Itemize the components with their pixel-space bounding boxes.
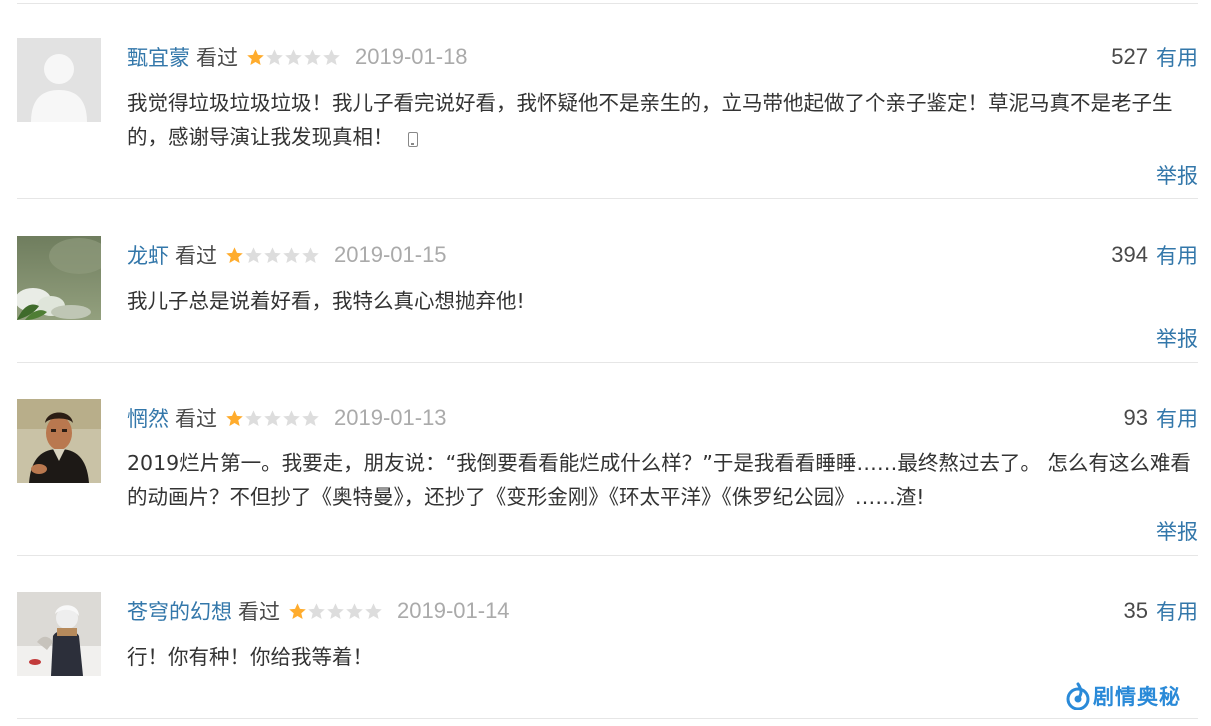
rating-stars xyxy=(225,409,320,428)
comment-text-block: 行！你有种！你给我等着！ xyxy=(127,640,1199,674)
report-link[interactable]: 举报 xyxy=(1156,516,1198,546)
username-link[interactable]: 惘然 xyxy=(127,403,169,433)
vote-count: 394 xyxy=(1111,242,1148,267)
portrait-painting-avatar xyxy=(17,399,101,483)
username-link[interactable]: 龙虾 xyxy=(127,240,169,270)
avatar[interactable] xyxy=(17,236,101,320)
watch-status: 看过 xyxy=(175,244,217,268)
comment-text: 行！你有种！你给我等着！ xyxy=(127,645,373,669)
comment-text-block: 2019烂片第一。我要走，朋友说：“我倒要看看能烂成什么样？”于是我看看睡睡……… xyxy=(127,446,1199,514)
comment-date: 2019-01-13 xyxy=(334,405,447,430)
star-empty-icon xyxy=(346,602,363,619)
star-empty-icon xyxy=(266,48,283,65)
comment-meta: 苍穹的幻想 看过 2019-01-14 xyxy=(127,596,510,626)
star-empty-icon xyxy=(327,602,344,619)
useful-button[interactable]: 有用 xyxy=(1156,240,1198,270)
watch-status: 看过 xyxy=(175,407,217,431)
vote-area: 527 有用 xyxy=(1111,42,1198,72)
comment-date: 2019-01-14 xyxy=(397,598,510,623)
star-empty-icon xyxy=(308,602,325,619)
watermark: 剧情奥秘 xyxy=(1066,680,1181,712)
star-empty-icon xyxy=(245,409,262,426)
comment-date: 2019-01-15 xyxy=(334,242,447,267)
comment-meta: 惘然 看过 2019-01-13 xyxy=(127,403,447,433)
vote-count: 35 xyxy=(1123,598,1148,623)
star-filled-icon xyxy=(247,48,264,65)
vote-count: 527 xyxy=(1111,44,1148,69)
rating-stars xyxy=(246,48,341,67)
star-empty-icon xyxy=(285,48,302,65)
separator xyxy=(17,718,1198,719)
comment-date: 2019-01-18 xyxy=(355,44,468,69)
report-link[interactable]: 举报 xyxy=(1156,323,1198,353)
comment-text: 我觉得垃圾垃圾垃圾！我儿子看完说好看，我怀疑他不是亲生的，立马带他起做了个亲子鉴… xyxy=(127,91,1173,149)
useful-button[interactable]: 有用 xyxy=(1156,403,1198,433)
comment-meta: 龙虾 看过 2019-01-15 xyxy=(127,240,447,270)
watermark-text: 剧情奥秘 xyxy=(1093,685,1181,709)
useful-button[interactable]: 有用 xyxy=(1156,42,1198,72)
separator xyxy=(17,362,1198,363)
comment-text: 2019烂片第一。我要走，朋友说：“我倒要看看能烂成什么样？”于是我看看睡睡……… xyxy=(127,451,1191,509)
avatar[interactable] xyxy=(17,38,101,122)
rating-stars xyxy=(225,246,320,265)
username-link[interactable]: 甄宜蒙 xyxy=(127,42,190,72)
vote-count: 93 xyxy=(1123,405,1148,430)
rating-stars xyxy=(288,602,383,621)
star-empty-icon xyxy=(302,246,319,263)
star-empty-icon xyxy=(283,246,300,263)
star-filled-icon xyxy=(226,246,243,263)
default-user-icon xyxy=(17,38,101,122)
plant-photo-avatar xyxy=(17,236,101,320)
watch-status: 看过 xyxy=(196,46,238,70)
vote-area: 93 有用 xyxy=(1124,403,1198,433)
useful-button[interactable]: 有用 xyxy=(1156,596,1198,626)
separator xyxy=(17,555,1198,556)
avatar[interactable] xyxy=(17,592,101,676)
star-empty-icon xyxy=(283,409,300,426)
watermark-logo-icon xyxy=(1066,682,1090,710)
comment-text-block: 我儿子总是说着好看，我特么真心想抛弃他! xyxy=(127,284,1199,318)
star-empty-icon xyxy=(264,409,281,426)
comment-meta: 甄宜蒙 看过 2019-01-18 xyxy=(127,42,468,72)
watch-status: 看过 xyxy=(238,600,280,624)
star-empty-icon xyxy=(304,48,321,65)
star-filled-icon xyxy=(226,409,243,426)
username-link[interactable]: 苍穹的幻想 xyxy=(127,596,232,626)
comment-text: 我儿子总是说着好看，我特么真心想抛弃他! xyxy=(127,289,525,313)
comment-text-block: 我觉得垃圾垃圾垃圾！我儿子看完说好看，我怀疑他不是亲生的，立马带他起做了个亲子鉴… xyxy=(127,86,1199,154)
star-empty-icon xyxy=(245,246,262,263)
star-empty-icon xyxy=(323,48,340,65)
star-filled-icon xyxy=(289,602,306,619)
star-empty-icon xyxy=(365,602,382,619)
mobile-phone-icon xyxy=(407,132,418,147)
avatar[interactable] xyxy=(17,399,101,483)
separator xyxy=(17,198,1198,199)
vote-area: 394 有用 xyxy=(1111,240,1198,270)
top-separator xyxy=(17,3,1198,4)
report-link[interactable]: 举报 xyxy=(1156,160,1198,190)
anime-figure-avatar xyxy=(17,592,101,676)
star-empty-icon xyxy=(264,246,281,263)
star-empty-icon xyxy=(302,409,319,426)
vote-area: 35 有用 xyxy=(1124,596,1198,626)
